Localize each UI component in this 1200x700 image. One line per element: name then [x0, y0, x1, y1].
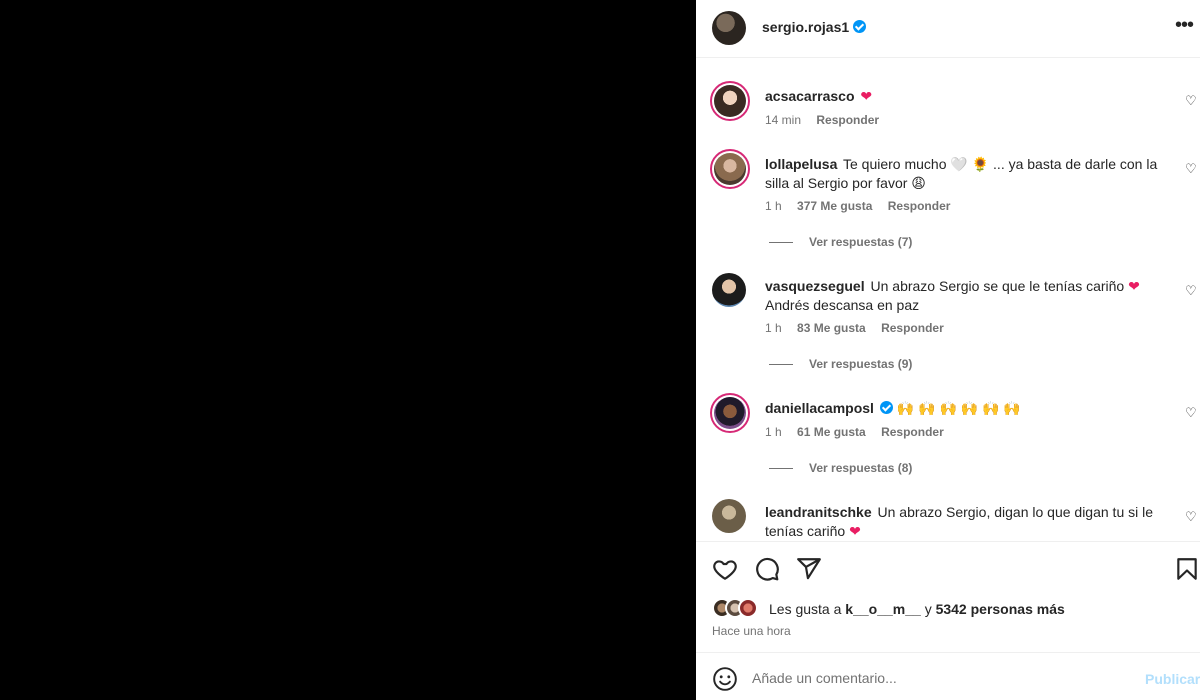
replies-divider — [769, 468, 793, 470]
author-name[interactable]: sergio.rojas1 — [762, 19, 849, 35]
comment-item: leandranitschke Un abrazo Sergio, digan … — [696, 497, 1200, 541]
likes-text: Les gusta a k__o__m__ y 5342 personas má… — [769, 601, 1065, 617]
smile-icon[interactable] — [712, 666, 738, 692]
comments-list: acsacarrasco ❤ 14 min Responder ♡ lollap… — [696, 59, 1200, 541]
view-replies-button[interactable]: Ver respuestas (9) — [769, 357, 912, 371]
comment-avatar[interactable] — [710, 81, 750, 121]
comment-item: lollapelusa Te quiero mucho 🤍 🌻 ... ya b… — [696, 149, 1200, 259]
replies-divider — [769, 364, 793, 366]
comment-meta: 1 h 83 Me gusta Responder — [765, 321, 956, 335]
comment-time[interactable]: 1 h — [765, 425, 782, 439]
post-header: sergio.rojas1 ••• — [696, 0, 1200, 58]
comment-time[interactable]: 14 min — [765, 113, 801, 127]
comment-text: acsacarrasco ❤ — [765, 87, 1165, 106]
likes-others-link[interactable]: 5342 personas más — [936, 601, 1065, 617]
comment-avatar[interactable] — [710, 393, 750, 433]
heart-emoji: ❤ — [849, 523, 861, 539]
liker-username[interactable]: k__o__m__ — [845, 601, 921, 617]
comment-likes[interactable]: 377 Me gusta — [797, 199, 872, 213]
post-side-panel: sergio.rojas1 ••• acsacarrasco ❤ 14 min … — [696, 0, 1200, 700]
add-comment-bar: Publicar — [696, 652, 1200, 700]
heart-emoji: ❤ — [1128, 278, 1140, 294]
publish-button[interactable]: Publicar — [1145, 671, 1200, 687]
like-comment-heart-icon[interactable]: ♡ — [1185, 94, 1199, 108]
comment-content: 🙌 🙌 🙌 🙌 🙌 🙌 — [896, 400, 1021, 416]
comment-username[interactable]: vasquezseguel — [765, 278, 865, 294]
comment-username[interactable]: daniellacamposl — [765, 400, 874, 416]
reply-button[interactable]: Responder — [888, 199, 951, 213]
bookmark-icon[interactable] — [1174, 556, 1200, 582]
comment-time[interactable]: 1 h — [765, 321, 782, 335]
post-actions: Les gusta a k__o__m__ y 5342 personas má… — [696, 541, 1200, 651]
comment-text: leandranitschke Un abrazo Sergio, digan … — [765, 503, 1165, 541]
comment-meta: 14 min Responder — [765, 113, 891, 127]
like-comment-heart-icon[interactable]: ♡ — [1185, 510, 1199, 524]
view-replies-label[interactable]: Ver respuestas (9) — [809, 357, 912, 371]
comment-text: daniellacamposl 🙌 🙌 🙌 🙌 🙌 🙌 — [765, 399, 1165, 418]
view-replies-label[interactable]: Ver respuestas (7) — [809, 235, 912, 249]
likes-prefix: Les gusta a — [769, 601, 842, 617]
author-avatar[interactable] — [712, 11, 746, 45]
verified-badge-icon — [879, 401, 893, 414]
comment-item: daniellacamposl 🙌 🙌 🙌 🙌 🙌 🙌 1 h 61 Me gu… — [696, 393, 1200, 485]
comment-content: Un abrazo Sergio se que le tenías cariño — [870, 278, 1125, 294]
comment-icon[interactable] — [754, 556, 780, 582]
comment-username[interactable]: acsacarrasco — [765, 88, 855, 104]
comment-time[interactable]: 1 h — [765, 199, 782, 213]
comment-likes[interactable]: 83 Me gusta — [797, 321, 866, 335]
view-replies-button[interactable]: Ver respuestas (7) — [769, 235, 912, 249]
comment-input[interactable] — [752, 667, 1132, 689]
comment-username[interactable]: lollapelusa — [765, 156, 837, 172]
comment-text: vasquezseguel Un abrazo Sergio se que le… — [765, 277, 1165, 315]
heart-icon[interactable] — [712, 556, 738, 582]
comment-avatar[interactable] — [710, 149, 750, 189]
comment-meta: 1 h 377 Me gusta Responder — [765, 199, 962, 213]
reply-button[interactable]: Responder — [816, 113, 879, 127]
likes-summary: Les gusta a k__o__m__ y 5342 personas má… — [712, 598, 1182, 620]
verified-badge-icon — [853, 20, 867, 33]
heart-emoji: ❤ — [860, 88, 873, 104]
author-username[interactable]: sergio.rojas1 — [762, 19, 867, 35]
view-replies-label[interactable]: Ver respuestas (8) — [809, 461, 912, 475]
view-replies-button[interactable]: Ver respuestas (8) — [769, 461, 912, 475]
liker-avatar[interactable] — [738, 598, 758, 618]
comment-content-line2: Andrés descansa en paz — [765, 297, 920, 313]
more-options-icon[interactable]: ••• — [1172, 15, 1196, 39]
likes-connector: y — [924, 601, 932, 617]
comment-likes[interactable]: 61 Me gusta — [797, 425, 866, 439]
comment-avatar[interactable] — [712, 499, 746, 533]
post-media-area — [0, 0, 696, 700]
post-time[interactable]: Hace una hora — [712, 624, 791, 638]
comment-username[interactable]: leandranitschke — [765, 504, 872, 520]
reply-button[interactable]: Responder — [881, 425, 944, 439]
comment-item: acsacarrasco ❤ 14 min Responder ♡ — [696, 81, 1200, 141]
replies-divider — [769, 242, 793, 244]
reply-button[interactable]: Responder — [881, 321, 944, 335]
like-comment-heart-icon[interactable]: ♡ — [1185, 406, 1199, 420]
like-comment-heart-icon[interactable]: ♡ — [1185, 162, 1199, 176]
like-comment-heart-icon[interactable]: ♡ — [1185, 284, 1199, 298]
comment-avatar[interactable] — [712, 273, 746, 307]
comment-item: vasquezseguel Un abrazo Sergio se que le… — [696, 271, 1200, 381]
share-icon[interactable] — [796, 556, 822, 582]
comment-meta: 1 h 61 Me gusta Responder — [765, 425, 956, 439]
comment-text: lollapelusa Te quiero mucho 🤍 🌻 ... ya b… — [765, 155, 1165, 193]
